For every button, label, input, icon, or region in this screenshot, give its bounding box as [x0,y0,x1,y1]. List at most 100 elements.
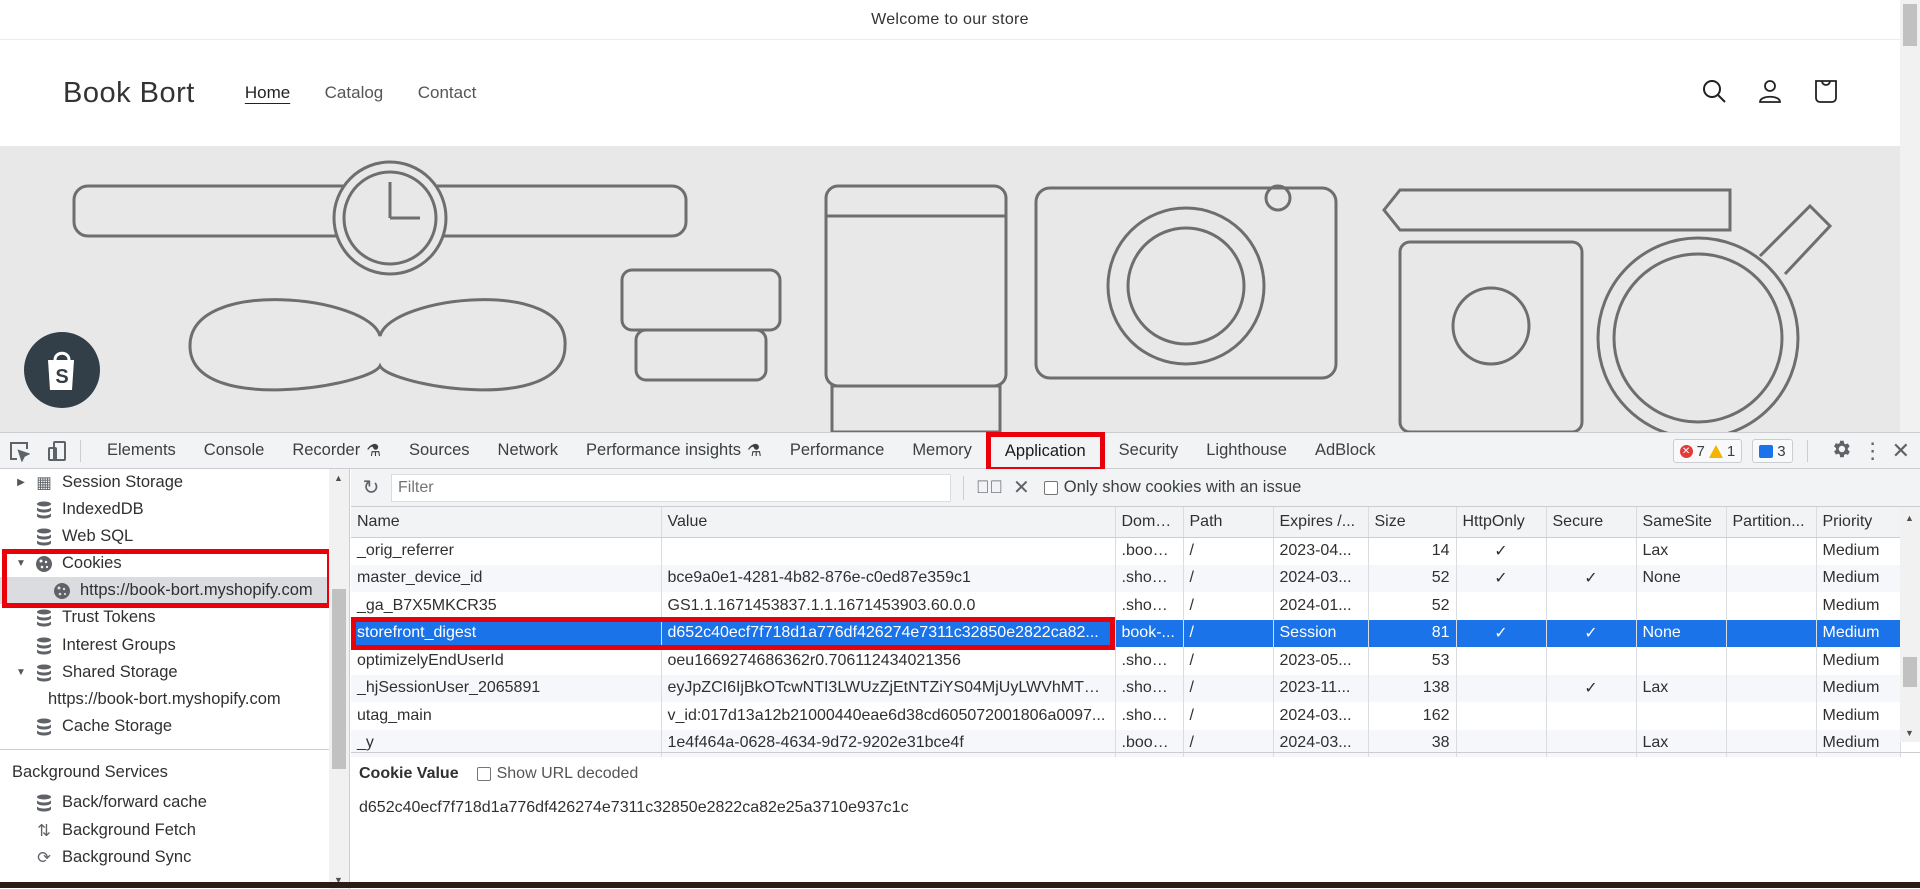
tab-performance[interactable]: Performance [776,433,898,469]
tab-memory[interactable]: Memory [898,433,986,469]
scroll-up-arrow-icon[interactable]: ▲ [1905,513,1914,523]
column-header-value[interactable]: Value [661,507,1116,538]
sidebar-item-shared-storage[interactable]: ▼ Shared Storage [0,659,330,686]
lens-illustration [620,268,782,332]
cell-httponly [1456,647,1547,675]
table-scrollbar[interactable]: ▲ ▼ [1900,507,1920,742]
account-icon[interactable] [1756,77,1784,110]
scroll-up-arrow-icon[interactable]: ▲ [334,473,343,483]
table-row[interactable]: storefront_digest d652c40ecf7f718d1a776df… [351,619,1901,647]
passport-illustration [1398,240,1584,432]
inspect-element-icon[interactable] [0,433,38,469]
column-header-samesite[interactable]: SameSite [1636,507,1727,538]
table-row[interactable]: _ga_B7X5MKCR35 GS1.1.1671453837.1.1.16714… [351,592,1901,620]
clear-filtered-cookies-icon[interactable]: ≂⃠ [976,477,1003,498]
settings-gear-icon[interactable] [1830,438,1852,465]
tab-security[interactable]: Security [1105,433,1193,469]
table-scroll-thumb[interactable] [1903,657,1917,687]
tab-recorder[interactable]: Recorder ⚗ [278,433,395,469]
cell-partition [1726,647,1817,675]
column-header-expires[interactable]: Expires /... [1273,507,1369,538]
sidebar-item-background-fetch[interactable]: ⇅ Background Fetch [0,817,330,844]
table-row[interactable]: master_device_id bce9a0e1-4281-4b82-876e-… [351,564,1901,592]
sidebar-item-cache-storage[interactable]: Cache Storage [0,713,330,740]
cell-value: GS1.1.1671453837.1.1.1671453903.60.0.0 [661,592,1116,620]
device-toolbar-icon[interactable] [38,433,76,469]
toolbar-divider [963,475,964,500]
column-header-httponly[interactable]: HttpOnly [1456,507,1547,538]
table-row[interactable]: _hjSessionUser_2065891 eyJpZCI6IjBkOTcwNT… [351,674,1901,702]
devtools-tabbar: Elements Console Recorder ⚗ Sources Netwo… [0,431,1920,472]
cell-expires: 2023-05... [1273,647,1369,675]
clear-all-cookies-icon[interactable]: ✕ [1013,475,1030,500]
cart-icon[interactable] [1812,77,1840,110]
shopify-badge[interactable]: S [24,332,100,408]
tab-adblock[interactable]: AdBlock [1301,433,1390,469]
column-header-domain[interactable]: Domain [1115,507,1184,538]
sidebar-item-cookies[interactable]: ▼ Cookies [0,550,330,577]
background-services-heading: Background Services [12,762,168,781]
cell-name: _hjSessionUser_2065891 [351,674,662,702]
nav-contact[interactable]: Contact [418,83,477,102]
column-header-size[interactable]: Size [1368,507,1457,538]
tab-performance-insights[interactable]: Performance insights ⚗ [572,433,776,469]
filter-input[interactable] [391,473,951,502]
table-row[interactable]: _orig_referrer .book-.../2023-04... 14 ✓ Lax… [351,537,1901,565]
search-icon[interactable] [1700,77,1728,110]
column-header-priority[interactable]: Priority [1816,507,1901,538]
sidebar-item-interest-groups[interactable]: Interest Groups [0,632,330,659]
tab-application[interactable]: Application [985,431,1105,472]
nav-catalog[interactable]: Catalog [325,83,384,102]
sidebar-item-web-sql[interactable]: Web SQL [0,523,330,550]
tab-console[interactable]: Console [190,433,279,469]
sidebar-item-indexeddb[interactable]: IndexedDB [0,496,330,523]
column-header-path[interactable]: Path [1183,507,1274,538]
store-logo[interactable]: Book Bort [63,77,195,110]
collapse-arrow-icon[interactable]: ▼ [14,667,28,678]
warning-count: 1 [1726,442,1736,460]
cell-priority: Medium [1816,592,1901,620]
cell-secure: ✓ [1546,619,1637,647]
cell-partition [1726,537,1817,565]
only-issues-checkbox-label[interactable]: Only show cookies with an issue [1043,478,1301,497]
tab-lighthouse[interactable]: Lighthouse [1192,433,1301,469]
scroll-down-arrow-icon[interactable]: ▼ [1905,728,1914,738]
show-url-decoded-label[interactable]: Show URL decoded [476,765,638,783]
tab-network[interactable]: Network [484,433,573,469]
sidebar-item-trust-tokens[interactable]: Trust Tokens [0,604,330,631]
cell-value: oeu1669274686362r0.706112434021356 [661,647,1116,675]
tab-sources[interactable]: Sources [395,433,484,469]
more-options-icon[interactable]: ⋮ [1862,438,1884,464]
tabbar-divider [80,439,81,462]
collapse-arrow-icon[interactable]: ▼ [14,558,28,569]
page-scrollbar[interactable] [1900,0,1920,432]
only-issues-checkbox[interactable] [1043,480,1058,495]
cell-secure: ✓ [1546,564,1637,592]
column-header-partition[interactable]: Partition... [1726,507,1817,538]
show-url-decoded-checkbox[interactable] [476,766,491,781]
table-row[interactable]: utag_main v_id:017d13a12b21000440eae6d38c… [351,702,1901,730]
cookie-value-text[interactable]: d652c40ecf7f718d1a776df426274e7311c32850… [359,799,1912,817]
column-header-name[interactable]: Name [351,507,662,538]
sidebar-scrollbar[interactable]: ▲ ▼ [329,469,349,889]
messages-counter[interactable]: 3 [1752,439,1793,463]
tab-elements[interactable]: Elements [93,433,190,469]
sidebar-item-shared-storage-book-bort[interactable]: https://book-bort.myshopify.com [0,686,330,713]
sidebar-item-cookies-book-bort[interactable]: https://book-bort.myshopify.com [0,577,330,604]
cell-value [661,537,1116,565]
cell-path: / [1183,619,1274,647]
issues-counter[interactable]: ✕ 7 1 [1672,439,1743,463]
database-icon [34,794,54,812]
sidebar-item-back-forward-cache[interactable]: Back/forward cache [0,789,330,816]
close-devtools-icon[interactable]: ✕ [1892,438,1910,464]
refresh-icon[interactable]: ↻ [351,475,391,500]
sidebar-item-background-sync[interactable]: ⟳ Background Sync [0,844,330,871]
sidebar-scroll-thumb[interactable] [332,589,346,769]
sidebar-item-session-storage[interactable]: ▶ ▦ Session Storage [0,469,330,496]
table-row[interactable]: optimizelyEndUserId oeu1669274686362r0.70… [351,647,1901,675]
nav-home[interactable]: Home [245,83,290,102]
column-header-secure[interactable]: Secure [1546,507,1637,538]
sidebar-divider [0,749,330,750]
cell-name: utag_main [351,702,662,730]
expand-arrow-icon[interactable]: ▶ [14,477,28,488]
